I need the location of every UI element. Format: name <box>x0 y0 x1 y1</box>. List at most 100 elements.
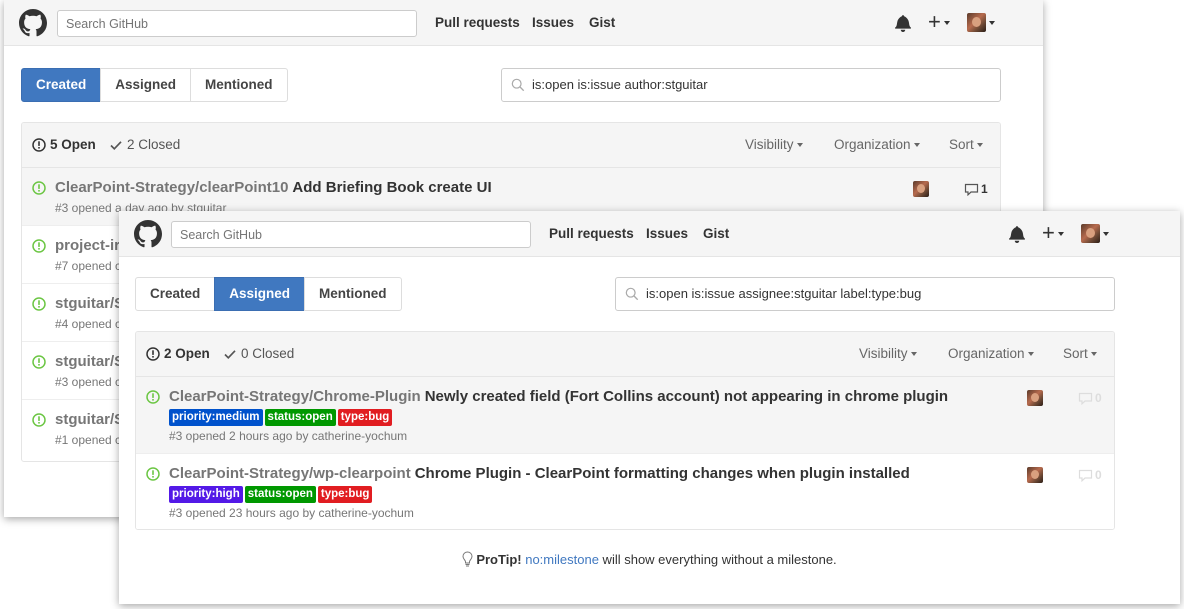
avatar <box>913 181 929 197</box>
filter-query: is:open is:issue author:stguitar <box>532 77 708 92</box>
avatar <box>1027 467 1043 483</box>
issue-meta: #3 opened c <box>55 375 122 389</box>
search-input[interactable] <box>57 10 417 37</box>
organization-dropdown[interactable]: Organization <box>948 346 1034 361</box>
notifications-bell-icon[interactable] <box>1009 225 1025 243</box>
check-icon <box>224 350 236 360</box>
nav-issues[interactable]: Issues <box>532 15 574 30</box>
sort-dropdown[interactable]: Sort <box>949 137 983 152</box>
create-new-dropdown[interactable]: + <box>1042 222 1064 244</box>
issue-opened-icon <box>32 413 46 427</box>
closed-issues-toggle[interactable]: 2 Closed <box>109 137 180 152</box>
issue-opened-icon <box>32 181 46 195</box>
filter-tabs: Created Assigned Mentioned <box>135 277 402 311</box>
comments-link[interactable]: 0 <box>1078 391 1102 406</box>
closed-count: 0 Closed <box>241 346 295 361</box>
issue-repo-link[interactable]: project-ir <box>55 237 120 254</box>
chevron-down-icon <box>1090 352 1097 357</box>
issue-opened-icon <box>32 355 46 369</box>
visibility-dropdown[interactable]: Visibility <box>745 137 803 152</box>
comment-count: 1 <box>981 182 988 196</box>
check-icon <box>110 141 122 151</box>
issue-title-link[interactable]: Newly created field (Fort Collins accoun… <box>425 388 948 405</box>
issue-title-line: stguitar/S <box>55 295 124 312</box>
comment-icon <box>1078 469 1093 483</box>
notifications-bell-icon[interactable] <box>895 14 911 32</box>
comments-link[interactable]: 1 <box>964 182 988 197</box>
tab-mentioned[interactable]: Mentioned <box>190 68 288 102</box>
chevron-down-icon <box>910 352 917 357</box>
issue-repo-link[interactable]: ClearPoint-Strategy/wp-clearpoint <box>169 465 411 482</box>
issue-title-line: stguitar/S <box>55 353 124 370</box>
assignee-avatar[interactable] <box>913 181 929 197</box>
issue-row[interactable]: ClearPoint-Strategy/Chrome-Plugin Newly c… <box>136 377 1114 454</box>
nav-gist[interactable]: Gist <box>703 226 729 241</box>
chevron-down-icon <box>1103 231 1109 236</box>
tab-mentioned[interactable]: Mentioned <box>304 277 402 311</box>
chevron-down-icon <box>976 143 983 148</box>
issue-title-link[interactable]: Add Briefing Book create UI <box>292 179 491 196</box>
issue-opened-icon <box>32 239 46 253</box>
avatar <box>1027 390 1043 406</box>
organization-label: Organization <box>948 346 1025 361</box>
tab-assigned[interactable]: Assigned <box>214 277 306 311</box>
issue-meta: #3 opened 23 hours ago by catherine-yoch… <box>169 506 414 520</box>
issue-filter-input[interactable]: is:open is:issue author:stguitar <box>501 68 1001 102</box>
chevron-down-icon <box>913 143 920 148</box>
issue-repo-link[interactable]: stguitar/S <box>55 353 124 370</box>
sort-dropdown[interactable]: Sort <box>1063 346 1097 361</box>
issue-meta: #4 opened c <box>55 317 122 331</box>
filter-query: is:open is:issue assignee:stguitar label… <box>646 286 922 301</box>
open-count: 2 Open <box>164 346 210 361</box>
tab-created[interactable]: Created <box>21 68 102 102</box>
assignee-avatar[interactable] <box>1027 390 1043 406</box>
create-new-dropdown[interactable]: + <box>928 11 950 33</box>
issue-filter-input[interactable]: is:open is:issue assignee:stguitar label… <box>615 277 1115 311</box>
open-issues-toggle[interactable]: 2 Open <box>146 346 210 361</box>
github-logo-icon[interactable] <box>19 9 47 37</box>
nav-issues[interactable]: Issues <box>646 226 688 241</box>
nav-gist[interactable]: Gist <box>589 15 615 30</box>
lightbulb-icon <box>462 551 473 567</box>
avatar <box>967 13 986 32</box>
label-badge[interactable]: status:open <box>244 486 316 503</box>
issue-repo-link[interactable]: ClearPoint-Strategy/clearPoint10 <box>55 179 288 196</box>
issue-opened-icon <box>146 347 160 361</box>
no-milestone-link[interactable]: no:milestone <box>525 552 599 567</box>
nav-pull-requests[interactable]: Pull requests <box>435 15 520 30</box>
comment-icon <box>1078 392 1093 406</box>
issue-opened-icon <box>146 467 160 481</box>
comment-count: 0 <box>1095 468 1102 482</box>
protip-prefix: ProTip! <box>476 552 522 567</box>
organization-dropdown[interactable]: Organization <box>834 137 920 152</box>
label-badge[interactable]: priority:medium <box>169 409 263 426</box>
user-menu[interactable] <box>1081 224 1109 243</box>
assignee-avatar[interactable] <box>1027 467 1043 483</box>
label-badge[interactable]: priority:high <box>169 486 243 503</box>
search-input[interactable] <box>171 221 531 248</box>
comment-icon <box>964 183 979 197</box>
issue-repo-link[interactable]: stguitar/S <box>55 411 124 428</box>
issue-row[interactable]: ClearPoint-Strategy/wp-clearpoint Chrome … <box>136 454 1114 529</box>
issue-opened-icon <box>32 138 46 152</box>
issue-title-link[interactable]: Chrome Plugin - ClearPoint formatting ch… <box>415 465 910 482</box>
label-badge[interactable]: type:bug <box>317 486 373 503</box>
issue-repo-link[interactable]: stguitar/S <box>55 295 124 312</box>
label-badge[interactable]: type:bug <box>337 409 393 426</box>
issue-repo-link[interactable]: ClearPoint-Strategy/Chrome-Plugin <box>169 388 421 405</box>
tab-created[interactable]: Created <box>135 277 216 311</box>
user-menu[interactable] <box>967 13 995 32</box>
issues-list: 2 Open 0 Closed Visibility Organization … <box>135 331 1115 530</box>
header-bar: Pull requests Issues Gist + <box>4 0 1043 46</box>
github-logo-icon[interactable] <box>134 220 162 248</box>
issue-meta: #1 opened c <box>55 433 122 447</box>
nav-pull-requests[interactable]: Pull requests <box>549 226 634 241</box>
chevron-down-icon <box>943 21 950 26</box>
protip: ProTip! no:milestone will show everythin… <box>119 551 1180 567</box>
comments-link[interactable]: 0 <box>1078 468 1102 483</box>
tab-assigned[interactable]: Assigned <box>100 68 192 102</box>
open-issues-toggle[interactable]: 5 Open <box>32 137 96 152</box>
label-badge[interactable]: status:open <box>264 409 336 426</box>
closed-issues-toggle[interactable]: 0 Closed <box>223 346 294 361</box>
visibility-dropdown[interactable]: Visibility <box>859 346 917 361</box>
